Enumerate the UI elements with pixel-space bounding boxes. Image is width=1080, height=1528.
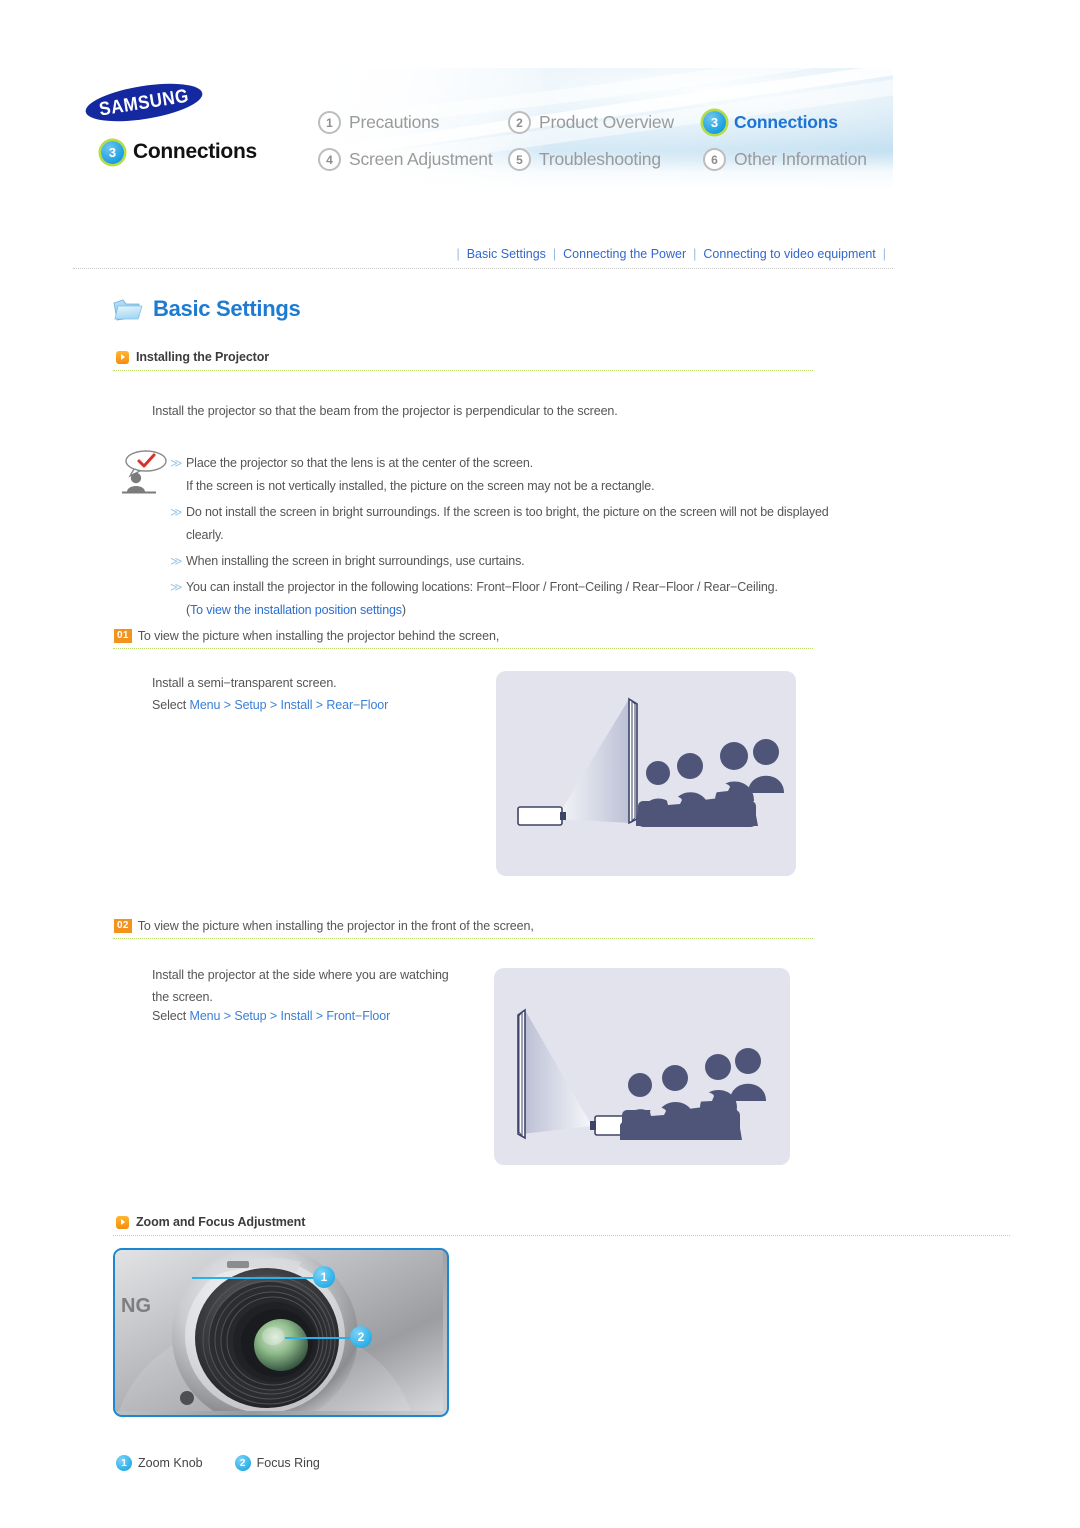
note-text: Place the projector so that the lens is … [186,456,533,470]
step-02-menu-path: Select Menu > Setup > Install > Front−Fl… [152,1004,390,1028]
step-01-divider [113,648,813,650]
nav-label-screen-adjustment: Screen Adjustment [349,149,493,169]
section-heading-zoom-focus: Zoom and Focus Adjustment [116,1215,305,1229]
installing-notes-list: ≫ Place the projector so that the lens i… [170,452,860,625]
step-02-header: 02 To view the picture when installing t… [114,919,534,933]
chevron-right-icon [116,350,129,364]
nav-item-precautions[interactable]: 1 Precautions [318,111,508,134]
legend-item-focus-ring: 2 Focus Ring [234,1455,320,1471]
page-title: Basic Settings [113,296,301,322]
note-subtext: If the screen is not vertically installe… [186,479,655,493]
nav-label-troubleshooting: Troubleshooting [539,149,661,169]
nav-label-other-information: Other Information [734,149,867,169]
breadcrumb: | Basic Settings | Connecting the Power | Con… [73,247,893,261]
header-banner: SAMSUNG 3 Connections 1 Precautions 2 Pr… [73,68,893,190]
note-link-row: (To view the installation position setti… [186,599,778,622]
nav-item-screen-adjustment[interactable]: 4 Screen Adjustment [318,148,508,171]
legend-label-zoom-knob: Zoom Knob [138,1456,203,1470]
nav-item-troubleshooting[interactable]: 5 Troubleshooting [508,148,703,171]
nav-number-6: 6 [703,148,726,171]
nav-item-connections[interactable]: 3 Connections [703,111,878,134]
legend-marker-2: 2 [234,1455,251,1471]
step-02-divider [113,938,813,940]
step-02-badge: 02 [114,919,132,933]
breadcrumb-link-connecting-to-video-equipment[interactable]: Connecting to video equipment [703,247,875,261]
note-text: When installing the screen in bright sur… [186,554,525,568]
step-01-title: To view the picture when installing the … [137,629,500,643]
note-item: ≫ You can install the projector in the f… [170,576,860,622]
breadcrumb-separator-3: | [882,247,886,261]
legend-marker-1: 1 [116,1455,132,1471]
step-02-caption-line1: Install the projector at the side where … [152,968,449,982]
current-section-number: 3 [101,140,124,164]
note-link-suffix: ) [401,603,406,617]
page-title-text: Basic Settings [153,296,301,321]
legend-label-focus-ring: Focus Ring [256,1456,320,1470]
callout-2-marker: 2 [350,1326,372,1348]
step-01-badge: 01 [114,629,132,643]
section-divider-installing [113,370,813,372]
note-item: ≫ Do not install the screen in bright su… [170,501,860,547]
breadcrumb-separator-2: | [693,247,697,261]
callout-2-leader-line [285,1337,353,1339]
nav-number-3: 3 [703,111,726,134]
breadcrumb-separator-1: | [552,247,557,261]
nav-number-1: 1 [318,111,341,134]
nav-label-product-overview: Product Overview [539,112,674,132]
note-text: Do not install the screen in bright surr… [186,505,829,542]
note-text: You can install the projector in the fol… [186,580,778,594]
note-bullet-icon: ≫ [170,554,183,568]
folder-icon [113,297,143,322]
callout-1-marker: 1 [313,1266,335,1288]
nav-item-product-overview[interactable]: 2 Product Overview [508,111,703,134]
projector-lens-photo: NG [113,1248,449,1417]
svg-text:NG: NG [121,1295,151,1317]
current-section-label: Connections [133,140,257,163]
callout-legend: 1 Zoom Knob 2 Focus Ring [116,1455,320,1471]
step-01-menu-link[interactable]: Menu > Setup > Install > Rear−Floor [190,698,389,712]
note-bullet-icon: ≫ [170,505,183,519]
breadcrumb-divider [73,268,893,270]
current-section-title: 3 Connections [101,140,257,164]
breadcrumb-separator-0: | [456,247,460,261]
section-heading-zoom-focus-text: Zoom and Focus Adjustment [136,1215,306,1229]
step-02-menu-link[interactable]: Menu > Setup > Install > Front−Floor [190,1009,391,1023]
breadcrumb-link-connecting-the-power[interactable]: Connecting the Power [563,247,686,261]
nav-label-precautions: Precautions [349,112,440,132]
note-bullet-icon: ≫ [170,456,183,470]
section-heading-installing-text: Installing the Projector [136,350,270,364]
note-person-icon [120,448,175,498]
nav-label-connections: Connections [734,112,838,132]
note-item: ≫ Place the projector so that the lens i… [170,452,860,498]
step-01-select-prefix: Select [152,698,190,712]
installing-intro-text: Install the projector so that the beam f… [152,404,618,418]
legend-item-zoom-knob: 1 Zoom Knob [116,1455,203,1471]
note-bullet-icon: ≫ [170,580,183,594]
nav-number-4: 4 [318,148,341,171]
nav-item-other-information[interactable]: 6 Other Information [703,148,878,171]
callout-1-leader-line [192,1277,315,1279]
nav-number-5: 5 [508,148,531,171]
illustration-rear-floor [496,671,796,876]
breadcrumb-link-basic-settings[interactable]: Basic Settings [467,247,546,261]
nav-number-2: 2 [508,111,531,134]
step-02-title: To view the picture when installing the … [137,919,534,933]
step-01-header: 01 To view the picture when installing t… [114,629,499,643]
installation-position-settings-link[interactable]: To view the installation position settin… [190,603,402,617]
section-divider-zoom-focus [113,1235,1010,1237]
banner-nav: 1 Precautions 2 Product Overview 3 Conne… [318,111,878,171]
chevron-right-icon [116,1215,129,1229]
step-01-caption-line1: Install a semi−transparent screen. [152,676,337,690]
step-02-select-prefix: Select [152,1009,190,1023]
step-01-menu-path: Select Menu > Setup > Install > Rear−Flo… [152,693,388,717]
illustration-front-floor [494,968,790,1165]
section-heading-installing: Installing the Projector [116,350,269,364]
note-item: ≫ When installing the screen in bright s… [170,550,860,573]
